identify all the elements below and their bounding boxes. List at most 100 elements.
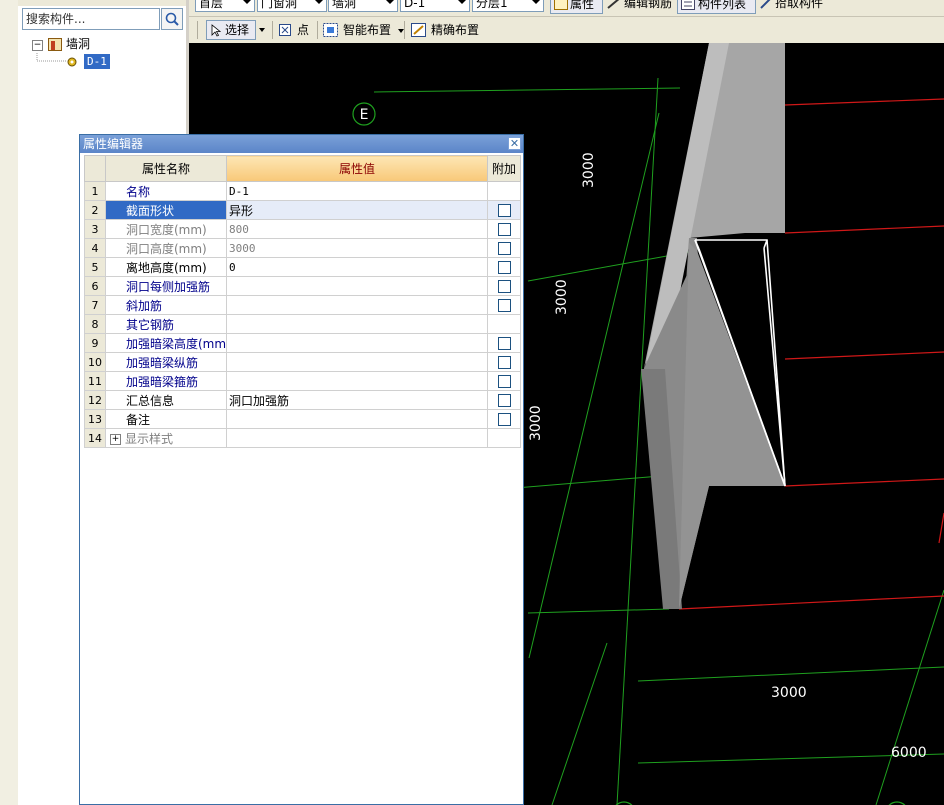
category-select[interactable]: 门窗洞 xyxy=(257,0,327,12)
column-header[interactable]: 属性名称 xyxy=(105,155,227,182)
row-number: 1 xyxy=(84,181,106,201)
properties-icon xyxy=(554,0,568,10)
attach-checkbox[interactable] xyxy=(497,394,511,407)
component-search-input[interactable]: 搜索构件... xyxy=(22,8,160,30)
point-button[interactable]: 点 xyxy=(279,20,309,40)
property-name[interactable]: 截面形状 xyxy=(105,200,227,220)
row-number: 9 xyxy=(84,333,106,353)
property-name[interactable]: 备注 xyxy=(105,409,227,429)
property-name[interactable]: 加强暗梁高度(mm) xyxy=(105,333,227,353)
wall-3d xyxy=(641,43,785,609)
property-name[interactable]: 汇总信息 xyxy=(105,390,227,410)
pick-component-button[interactable]: 拾取构件 xyxy=(759,0,823,14)
close-button[interactable]: ✕ xyxy=(508,137,521,150)
property-value[interactable] xyxy=(226,295,488,315)
select-button[interactable]: 选择 xyxy=(206,20,256,40)
attach-cell xyxy=(487,314,521,334)
property-name[interactable]: 其它钢筋 xyxy=(105,314,227,334)
property-row[interactable]: 6 洞口每侧加强筋 xyxy=(84,276,521,296)
precise-layout-label: 精确布置 xyxy=(431,23,480,37)
property-value[interactable] xyxy=(226,333,488,353)
expand-icon[interactable]: + xyxy=(110,433,121,445)
property-row[interactable]: 9 加强暗梁高度(mm) xyxy=(84,333,521,353)
attach-checkbox[interactable] xyxy=(497,299,511,312)
property-value[interactable]: 洞口加强筋 xyxy=(226,390,488,410)
tree-connector-line xyxy=(36,53,66,62)
property-value[interactable] xyxy=(226,428,488,448)
smart-layout-button[interactable]: 智能布置 xyxy=(323,20,404,40)
property-name[interactable]: 洞口宽度(mm) xyxy=(105,219,227,239)
property-row[interactable]: 14 + 显示样式 xyxy=(84,428,521,448)
pencil-icon xyxy=(607,0,620,9)
properties-button[interactable]: 属性 xyxy=(550,0,603,14)
collapse-toggle[interactable]: − xyxy=(32,40,43,51)
precise-layout-button[interactable]: 精确布置 xyxy=(411,20,479,40)
property-row[interactable]: 7 斜加筋 xyxy=(84,295,521,315)
component-list-button[interactable]: 构件列表 xyxy=(677,0,756,14)
chevron-down-icon xyxy=(386,0,394,4)
floor-select[interactable]: 首层 xyxy=(195,0,255,12)
property-name[interactable]: + 显示样式 xyxy=(105,428,227,448)
attach-cell xyxy=(487,219,521,239)
property-value[interactable] xyxy=(226,352,488,372)
tree-node-d1[interactable]: D-1 xyxy=(28,53,178,70)
property-value[interactable]: D-1 xyxy=(226,181,488,201)
attach-checkbox[interactable] xyxy=(497,413,511,426)
attach-checkbox[interactable] xyxy=(497,204,511,217)
row-number: 10 xyxy=(84,352,106,372)
property-value[interactable] xyxy=(226,371,488,391)
attach-checkbox[interactable] xyxy=(497,242,511,255)
property-name[interactable]: 洞口每侧加强筋 xyxy=(105,276,227,296)
property-row[interactable]: 5 离地高度(mm) 0 xyxy=(84,257,521,277)
property-name[interactable]: 离地高度(mm) xyxy=(105,257,227,277)
property-row[interactable]: 3 洞口宽度(mm) 800 xyxy=(84,219,521,239)
property-value[interactable]: 0 xyxy=(226,257,488,277)
property-value[interactable]: 异形 xyxy=(226,200,488,220)
attach-checkbox[interactable] xyxy=(497,280,511,293)
tree-node-wall-opening[interactable]: − 墙洞 xyxy=(28,36,178,53)
property-value[interactable]: 3000 xyxy=(226,238,488,258)
property-name[interactable]: 斜加筋 xyxy=(105,295,227,315)
property-row[interactable]: 1 名称 D-1 xyxy=(84,181,521,201)
property-row[interactable]: 8 其它钢筋 xyxy=(84,314,521,334)
attach-cell xyxy=(487,390,521,410)
gear-icon xyxy=(67,57,77,67)
column-header[interactable]: 属性值 xyxy=(226,155,488,182)
attach-cell xyxy=(487,200,521,220)
property-row[interactable]: 2 截面形状 异形 xyxy=(84,200,521,220)
attach-checkbox[interactable] xyxy=(497,223,511,236)
property-row[interactable]: 4 洞口高度(mm) 3000 xyxy=(84,238,521,258)
property-grid: 属性名称 属性值 附加 1 名称 D-1 2 截面形状 异形 3 洞口宽度(mm) 800 4 洞口… xyxy=(84,155,521,448)
property-editor-titlebar[interactable]: 属性编辑器 ✕ xyxy=(80,135,523,153)
property-row[interactable]: 13 备注 xyxy=(84,409,521,429)
property-row[interactable]: 10 加强暗梁纵筋 xyxy=(84,352,521,372)
chevron-down-icon xyxy=(315,0,323,4)
component-select[interactable]: D-1 xyxy=(400,0,470,12)
property-grid-area: 属性名称 属性值 附加 1 名称 D-1 2 截面形状 异形 3 洞口宽度(mm) 800 4 洞口… xyxy=(84,155,521,803)
search-button[interactable] xyxy=(161,8,183,30)
property-name[interactable]: 加强暗梁纵筋 xyxy=(105,352,227,372)
property-name[interactable]: 洞口高度(mm) xyxy=(105,238,227,258)
type-select[interactable]: 墙洞 xyxy=(328,0,398,12)
attach-checkbox[interactable] xyxy=(497,375,511,388)
property-row[interactable]: 11 加强暗梁箍筋 xyxy=(84,371,521,391)
chevron-down-icon xyxy=(259,28,265,32)
property-name[interactable]: 加强暗梁箍筋 xyxy=(105,371,227,391)
dimension-label: 3000 xyxy=(771,685,807,701)
row-number: 2 xyxy=(84,200,106,220)
select-dropdown[interactable] xyxy=(259,20,267,40)
row-number: 11 xyxy=(84,371,106,391)
attach-checkbox[interactable] xyxy=(497,261,511,274)
attach-checkbox[interactable] xyxy=(497,356,511,369)
property-value[interactable]: 800 xyxy=(226,219,488,239)
layer-select[interactable]: 分层1 xyxy=(472,0,544,12)
column-header[interactable]: 附加 xyxy=(487,155,521,182)
property-value[interactable] xyxy=(226,409,488,429)
property-row[interactable]: 12 汇总信息 洞口加强筋 xyxy=(84,390,521,410)
property-value[interactable] xyxy=(226,314,488,334)
point-icon xyxy=(279,24,291,36)
attach-checkbox[interactable] xyxy=(497,337,511,350)
property-name[interactable]: 名称 xyxy=(105,181,227,201)
property-value[interactable] xyxy=(226,276,488,296)
edit-rebar-button[interactable]: 编辑钢筋 xyxy=(606,0,672,14)
